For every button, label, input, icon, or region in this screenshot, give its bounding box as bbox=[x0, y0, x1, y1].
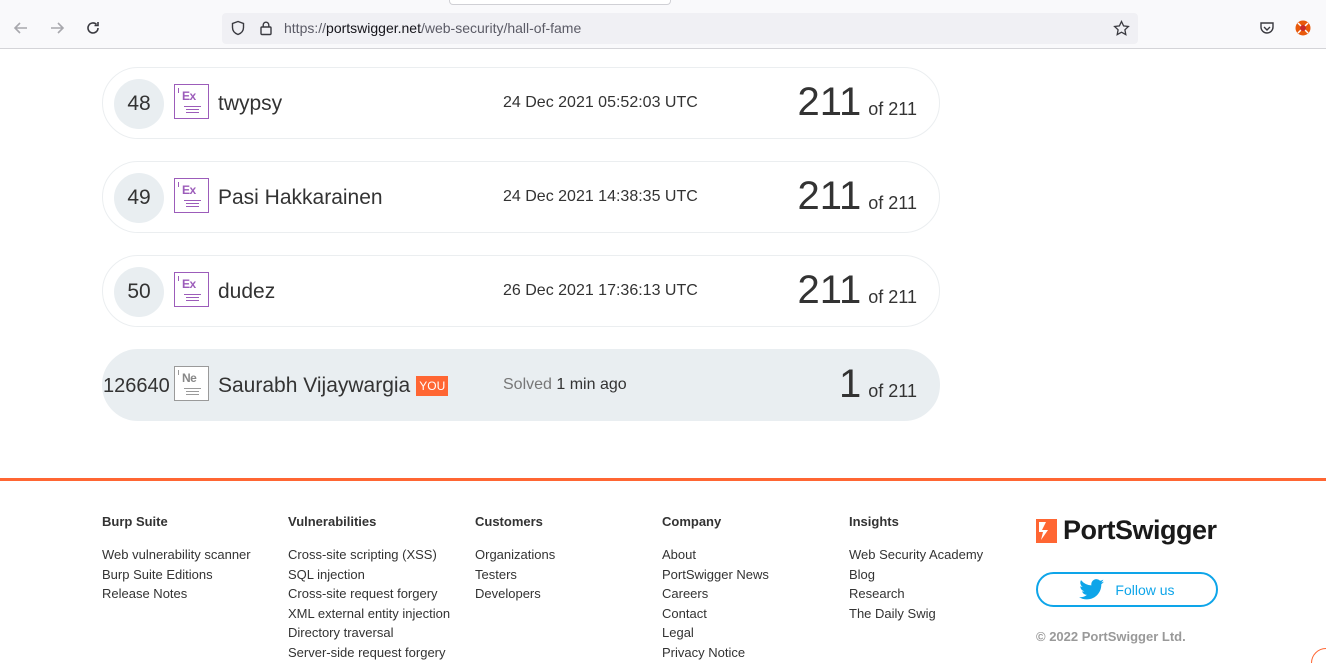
badge-label: Ne bbox=[182, 371, 197, 385]
footer-link[interactable]: Web vulnerability scanner bbox=[102, 545, 251, 565]
newcomer-badge-icon: Ne bbox=[174, 366, 209, 401]
footer-heading: Vulnerabilities bbox=[288, 514, 377, 529]
footer-link[interactable]: Burp Suite Editions bbox=[102, 565, 251, 585]
reload-icon[interactable] bbox=[82, 17, 104, 39]
username-text: Pasi Hakkarainen bbox=[218, 186, 383, 209]
badge-label: Ex bbox=[182, 277, 196, 291]
username-text: dudez bbox=[218, 280, 276, 303]
leaderboard-row: 50 Ex dudez 26 Dec 2021 17:36:13 UTC 211… bbox=[102, 255, 940, 327]
solved-label: Solved bbox=[503, 376, 552, 393]
footer-link[interactable]: Research bbox=[849, 584, 983, 604]
lock-icon[interactable] bbox=[257, 19, 275, 37]
footer-link[interactable]: Web Security Academy bbox=[849, 545, 983, 565]
completion-date: 26 Dec 2021 17:36:13 UTC bbox=[503, 282, 698, 299]
url-host: portswigger.net bbox=[326, 20, 421, 36]
back-arrow-icon[interactable] bbox=[10, 17, 32, 39]
score-value: 211 bbox=[797, 80, 862, 124]
footer-divider bbox=[0, 478, 1326, 481]
pocket-icon[interactable] bbox=[1256, 17, 1278, 39]
footer-heading: Customers bbox=[475, 514, 543, 529]
footer-link[interactable]: Testers bbox=[475, 565, 555, 585]
score: 1 of 211 bbox=[839, 362, 917, 407]
rank-number: 50 bbox=[114, 267, 164, 317]
footer-link[interactable]: Cross-site request forgery bbox=[288, 584, 450, 604]
expert-badge-icon: Ex bbox=[174, 272, 209, 307]
footer-heading: Burp Suite bbox=[102, 514, 168, 529]
score-total: of 211 bbox=[868, 381, 917, 401]
score-value: 211 bbox=[797, 174, 862, 218]
copyright-text: © 2022 PortSwigger Ltd. bbox=[1036, 629, 1186, 644]
footer-link[interactable]: XML external entity injection bbox=[288, 604, 450, 624]
badge-label: Ex bbox=[182, 183, 196, 197]
score-value: 211 bbox=[797, 268, 862, 312]
url-text[interactable]: https://portswigger.net/web-security/hal… bbox=[284, 20, 581, 36]
footer-link[interactable]: Legal bbox=[662, 623, 769, 643]
expert-badge-icon: Ex bbox=[174, 178, 209, 213]
score: 211 of 211 bbox=[798, 174, 918, 219]
rank-number: 126640 bbox=[103, 374, 170, 397]
leaderboard-row: 49 Ex Pasi Hakkarainen 24 Dec 2021 14:38… bbox=[102, 161, 940, 233]
completion-date: 24 Dec 2021 14:38:35 UTC bbox=[503, 188, 698, 205]
rank-number: 49 bbox=[114, 173, 164, 223]
footer-link[interactable]: PortSwigger News bbox=[662, 565, 769, 585]
score: 211 of 211 bbox=[798, 268, 918, 313]
username-text: Saurabh Vijaywargia bbox=[218, 374, 411, 397]
logo-text: PortSwigger bbox=[1063, 515, 1217, 545]
footer-link[interactable]: Privacy Notice bbox=[662, 643, 769, 663]
current-user-row: 126640 Ne Saurabh Vijaywargia YOU Solved… bbox=[102, 349, 940, 421]
help-chat-icon[interactable] bbox=[1311, 648, 1326, 663]
portswigger-logo-icon bbox=[1036, 518, 1057, 543]
footer-column-customers: Customers Organizations Testers Develope… bbox=[475, 514, 555, 604]
solved-time: Solved 1 min ago bbox=[503, 376, 627, 394]
score-total: of 211 bbox=[868, 193, 917, 213]
shield-icon[interactable] bbox=[229, 19, 247, 37]
footer-heading: Company bbox=[662, 514, 722, 529]
completion-date: 24 Dec 2021 05:52:03 UTC bbox=[503, 94, 698, 111]
score-total: of 211 bbox=[868, 99, 917, 119]
footer-link[interactable]: Directory traversal bbox=[288, 623, 450, 643]
url-path: /web-security/hall-of-fame bbox=[420, 20, 582, 36]
star-icon[interactable] bbox=[1112, 19, 1130, 37]
leaderboard-row: 48 Ex twypsy 24 Dec 2021 05:52:03 UTC 21… bbox=[102, 67, 940, 139]
footer-link[interactable]: Server-side request forgery bbox=[288, 643, 450, 663]
footer-link[interactable]: SQL injection bbox=[288, 565, 450, 585]
follow-us-button[interactable]: Follow us bbox=[1036, 572, 1218, 607]
browser-tab-edge[interactable] bbox=[449, 0, 671, 5]
url-scheme: https:// bbox=[284, 20, 327, 36]
follow-us-label: Follow us bbox=[1115, 581, 1175, 598]
browser-toolbar: https://portswigger.net/web-security/hal… bbox=[0, 0, 1326, 49]
footer-column-company: Company About PortSwigger News Careers C… bbox=[662, 514, 769, 662]
footer-link[interactable]: Careers bbox=[662, 584, 769, 604]
you-badge: YOU bbox=[416, 376, 449, 396]
score-total: of 211 bbox=[868, 287, 917, 307]
footer-column-vulnerabilities: Vulnerabilities Cross-site scripting (XS… bbox=[288, 514, 450, 662]
solved-time-value: 1 min ago bbox=[556, 376, 627, 393]
username: dudez bbox=[218, 280, 275, 304]
footer-link[interactable]: The Daily Swig bbox=[849, 604, 983, 624]
expert-badge-icon: Ex bbox=[174, 84, 209, 119]
footer-column-insights: Insights Web Security Academy Blog Resea… bbox=[849, 514, 983, 623]
footer-link[interactable]: Blog bbox=[849, 565, 983, 585]
username-text: twypsy bbox=[218, 92, 283, 115]
portswigger-logo[interactable]: PortSwigger bbox=[1036, 515, 1217, 546]
extension-icon[interactable] bbox=[1292, 17, 1314, 39]
score-value: 1 bbox=[839, 362, 862, 406]
footer-link[interactable]: Contact bbox=[662, 604, 769, 624]
address-bar[interactable]: https://portswigger.net/web-security/hal… bbox=[222, 13, 1138, 44]
username: twypsy bbox=[218, 92, 282, 116]
footer-link[interactable]: About bbox=[662, 545, 769, 565]
footer-link[interactable]: Release Notes bbox=[102, 584, 251, 604]
forward-arrow-icon[interactable] bbox=[46, 17, 68, 39]
footer-heading: Insights bbox=[849, 514, 899, 529]
twitter-bird-icon bbox=[1079, 578, 1105, 599]
username: Pasi Hakkarainen bbox=[218, 186, 383, 210]
rank-number: 48 bbox=[114, 79, 164, 129]
score: 211 of 211 bbox=[798, 80, 918, 125]
username: Saurabh Vijaywargia YOU bbox=[218, 374, 449, 398]
badge-label: Ex bbox=[182, 89, 196, 103]
footer-column-burp-suite: Burp Suite Web vulnerability scanner Bur… bbox=[102, 514, 251, 604]
footer-link[interactable]: Cross-site scripting (XSS) bbox=[288, 545, 450, 565]
footer-link[interactable]: Developers bbox=[475, 584, 555, 604]
footer-link[interactable]: Organizations bbox=[475, 545, 555, 565]
